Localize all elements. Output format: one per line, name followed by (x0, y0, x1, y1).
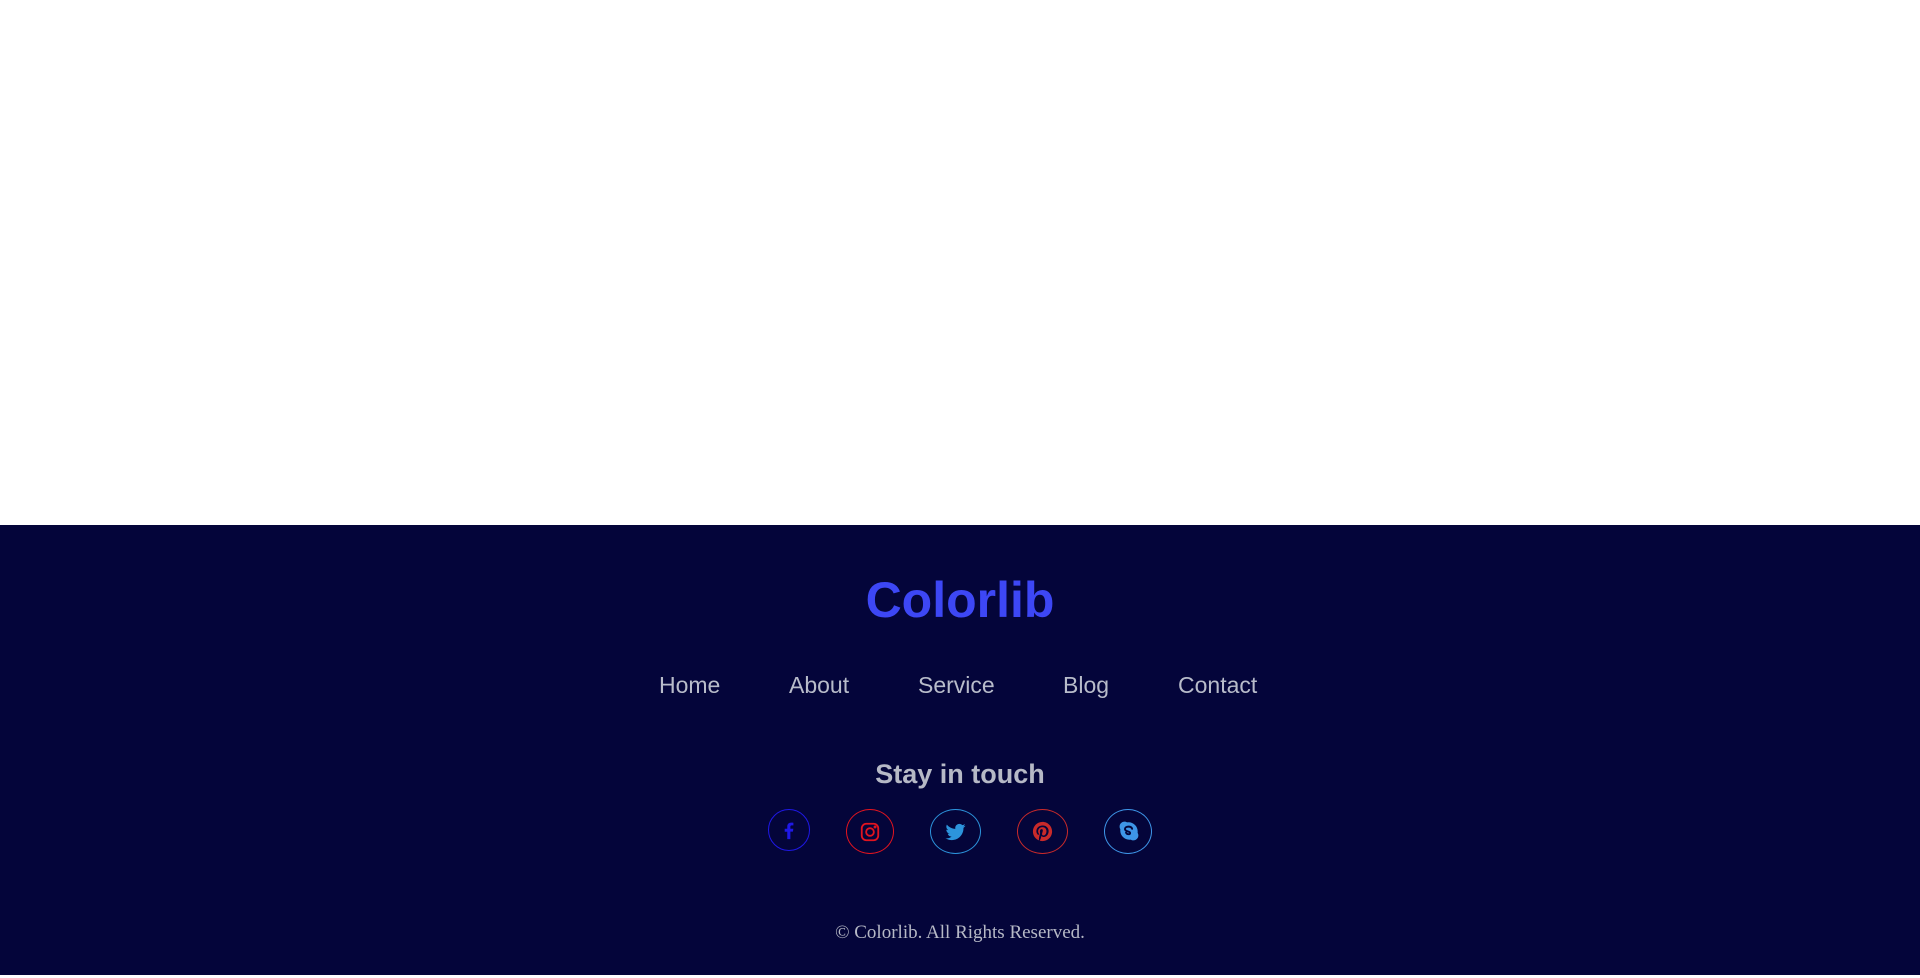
stay-in-touch-heading: Stay in touch (875, 759, 1045, 789)
page: Colorlib Home About Service Blog Contact… (0, 0, 1920, 978)
copyright-text: © Colorlib. All Rights Reserved. (835, 922, 1085, 943)
skype-button[interactable] (1104, 809, 1152, 854)
nav-link-blog[interactable]: Blog (1063, 670, 1109, 700)
nav-link-service[interactable]: Service (918, 670, 995, 700)
twitter-button[interactable] (930, 809, 981, 854)
facebook-icon (784, 822, 794, 840)
nav-link-about[interactable]: About (789, 670, 849, 700)
footer-brand-logo[interactable]: Colorlib (0, 570, 1920, 630)
pinterest-button[interactable] (1017, 809, 1068, 854)
nav-link-home[interactable]: Home (659, 670, 720, 700)
twitter-icon (945, 823, 966, 841)
blank-content-area (0, 0, 1920, 525)
skype-icon (1119, 821, 1138, 841)
footer-nav: Home About Service Blog Contact (0, 670, 1920, 700)
site-footer: Colorlib Home About Service Blog Contact… (0, 525, 1920, 975)
instagram-icon (860, 822, 880, 841)
nav-link-contact[interactable]: Contact (1178, 670, 1257, 700)
pinterest-icon (1032, 821, 1053, 842)
instagram-button[interactable] (846, 809, 894, 854)
facebook-button[interactable] (768, 809, 810, 851)
